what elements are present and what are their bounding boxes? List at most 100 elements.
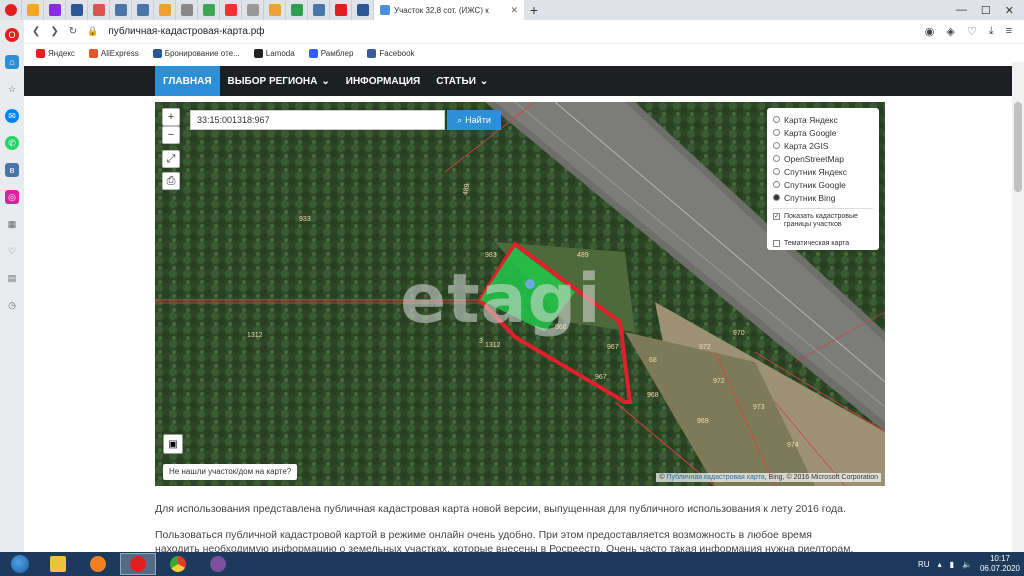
download-icon[interactable]: ⤓: [989, 25, 994, 38]
windows-taskbar: RU ▴ ▮ 🔈 10:17 06.07.2020: [0, 552, 1024, 576]
taskbar-chrome[interactable]: [160, 553, 196, 575]
bookmark-rambler[interactable]: Рамблер: [308, 48, 353, 58]
taskbar-explorer[interactable]: [40, 553, 76, 575]
main-nav: ГЛАВНАЯ ВЫБОР РЕГИОНА ⌄ ИНФОРМАЦИЯ СТАТЬИ…: [155, 66, 885, 96]
back-icon[interactable]: ❮: [32, 26, 40, 37]
bookmark-facebook[interactable]: Facebook: [367, 48, 415, 58]
tab-10[interactable]: [220, 0, 242, 20]
tab-5[interactable]: [110, 0, 132, 20]
whatsapp-icon[interactable]: ✆: [5, 136, 19, 150]
radio-icon[interactable]: [773, 181, 780, 188]
layer-option[interactable]: Карта 2GIS: [773, 139, 873, 152]
maximize-icon[interactable]: ☐: [981, 4, 991, 17]
nav-info[interactable]: ИНФОРМАЦИЯ: [338, 66, 429, 96]
menu-icon[interactable]: ≡: [1006, 25, 1012, 38]
opera-logo-icon[interactable]: O: [5, 28, 19, 42]
start-button[interactable]: [0, 552, 40, 576]
radio-icon[interactable]: [773, 155, 780, 162]
forward-icon[interactable]: ❯: [50, 26, 58, 37]
checkbox-checked-icon[interactable]: ✓: [773, 213, 780, 220]
print-icon[interactable]: ⎙: [162, 172, 180, 190]
shield-icon[interactable]: ◈: [946, 25, 954, 38]
thematic-option[interactable]: Тематическая карта: [773, 237, 873, 250]
tab-15[interactable]: [330, 0, 352, 20]
rambler-icon: [308, 48, 318, 58]
layer-option[interactable]: Карта Google: [773, 126, 873, 139]
vk-icon[interactable]: в: [5, 163, 19, 177]
layer-option[interactable]: Спутник Яндекс: [773, 165, 873, 178]
radio-icon[interactable]: [773, 194, 780, 201]
history-icon[interactable]: ◷: [5, 298, 19, 312]
bookmarks-icon[interactable]: ☆: [5, 82, 19, 96]
apps-icon[interactable]: ▦: [5, 217, 19, 231]
show-borders-option[interactable]: ✓ Показать кадастровые границы участков: [773, 213, 873, 233]
layer-option[interactable]: Спутник Bing: [773, 191, 873, 204]
news-icon[interactable]: ▤: [5, 271, 19, 285]
network-icon[interactable]: ▮: [950, 560, 954, 569]
tab-active[interactable]: Участок 32,8 сот. (ИЖС) к ✕: [374, 0, 524, 20]
checkbox-icon[interactable]: [773, 240, 780, 247]
zoom-out-button[interactable]: −: [162, 126, 180, 144]
url-field[interactable]: публичная-кадастровая-карта.рф: [108, 26, 264, 37]
nav-articles[interactable]: СТАТЬИ ⌄: [428, 66, 496, 96]
taskbar-media[interactable]: [80, 553, 116, 575]
tab-6[interactable]: [132, 0, 154, 20]
bookmark-aliexpress[interactable]: AliExpress: [88, 48, 139, 58]
messenger-icon[interactable]: ✉: [5, 109, 19, 123]
close-icon[interactable]: ✕: [1005, 4, 1014, 17]
taskbar-opera[interactable]: [120, 553, 156, 575]
nav-region[interactable]: ВЫБОР РЕГИОНА ⌄: [220, 66, 338, 96]
tab-8[interactable]: [176, 0, 198, 20]
aliexpress-icon: [88, 48, 98, 58]
reload-icon[interactable]: ↻: [69, 26, 77, 37]
tab-9[interactable]: [198, 0, 220, 20]
bookmark-yandex[interactable]: Яндекс: [36, 48, 75, 58]
tab-2[interactable]: [44, 0, 66, 20]
bookmark-booking[interactable]: Бронирование оте...: [152, 48, 240, 58]
heart-icon[interactable]: ♡: [5, 244, 19, 258]
tab-13[interactable]: [286, 0, 308, 20]
radio-icon[interactable]: [773, 168, 780, 175]
tray-up-icon[interactable]: ▴: [938, 560, 942, 569]
radio-icon[interactable]: [773, 129, 780, 136]
instagram-icon[interactable]: ◎: [5, 190, 19, 204]
clock[interactable]: 10:17 06.07.2020: [980, 554, 1020, 574]
tab-14[interactable]: [308, 0, 330, 20]
bookmark-lamoda[interactable]: Lamoda: [253, 48, 295, 58]
browser-sidebar: O ⌂ ☆ ✉ ✆ в ◎ ▦ ♡ ▤ ◷: [0, 20, 24, 552]
opera-menu-button[interactable]: [0, 0, 22, 20]
page-scrollbar[interactable]: [1012, 62, 1024, 552]
zoom-in-button[interactable]: +: [162, 108, 180, 126]
tab-4[interactable]: [88, 0, 110, 20]
minimize-icon[interactable]: —: [956, 4, 967, 17]
tab-3[interactable]: [66, 0, 88, 20]
layers-toggle-icon[interactable]: ▣: [163, 434, 183, 454]
speed-dial-icon[interactable]: ⌂: [5, 55, 19, 69]
fullscreen-icon[interactable]: ⤢: [162, 150, 180, 168]
cadastral-search-input[interactable]: [190, 110, 445, 130]
not-found-link[interactable]: Не нашли участок/дом на карте?: [163, 464, 298, 480]
tab-mail[interactable]: [22, 0, 44, 20]
layer-option[interactable]: Спутник Google: [773, 178, 873, 191]
favorite-icon[interactable]: ♡: [967, 25, 977, 38]
layer-option[interactable]: Карта Яндекс: [773, 113, 873, 126]
layer-option[interactable]: OpenStreetMap: [773, 152, 873, 165]
cadastral-map[interactable]: etagi 933 489 983 489 1312 1312 3 966 96…: [155, 102, 885, 486]
camera-icon[interactable]: ◉: [925, 25, 935, 38]
volume-icon[interactable]: 🔈: [962, 560, 972, 569]
tab-7[interactable]: [154, 0, 176, 20]
new-tab-button[interactable]: +: [524, 2, 544, 18]
language-indicator[interactable]: RU: [918, 560, 930, 569]
radio-icon[interactable]: [773, 116, 780, 123]
radio-icon[interactable]: [773, 142, 780, 149]
search-button[interactable]: ⌕ Найти: [447, 110, 501, 130]
tab-12[interactable]: [264, 0, 286, 20]
scrollbar-thumb[interactable]: [1014, 102, 1022, 192]
tab-close-icon[interactable]: ✕: [510, 5, 518, 16]
plot-label: 1312: [247, 332, 263, 339]
tab-16[interactable]: [352, 0, 374, 20]
taskbar-viber[interactable]: [200, 553, 236, 575]
nav-home[interactable]: ГЛАВНАЯ: [155, 66, 220, 96]
attribution-link[interactable]: Публичная кадастровая карта: [667, 474, 765, 481]
tab-11[interactable]: [242, 0, 264, 20]
